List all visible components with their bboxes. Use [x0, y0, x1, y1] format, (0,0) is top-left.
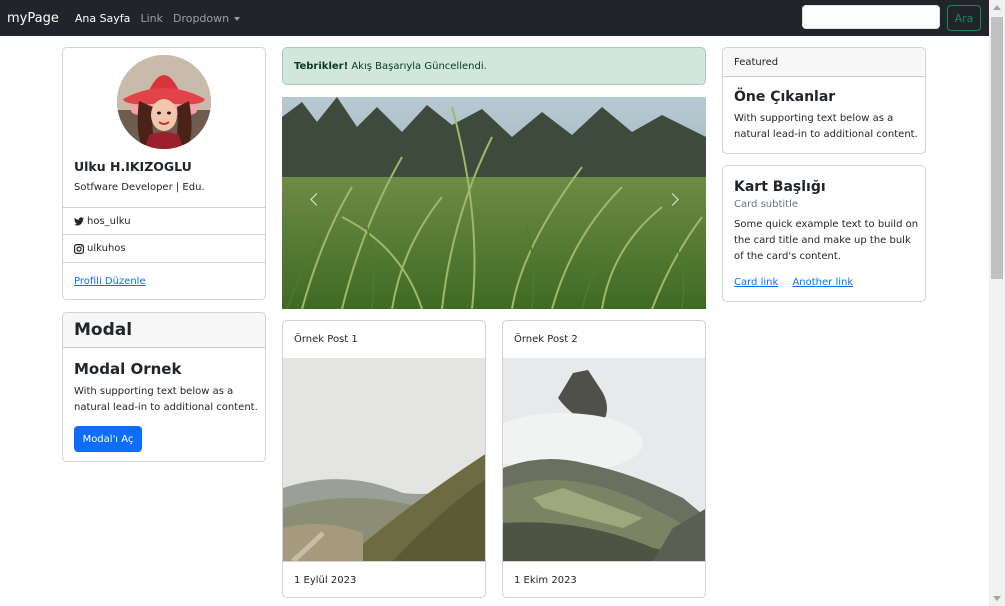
nav-link-link[interactable]: Link: [140, 12, 163, 25]
post-title: Örnek Post 1: [294, 334, 358, 345]
post-image: [503, 358, 705, 561]
twitter-icon: [74, 216, 84, 225]
post-date: 1 Eylül 2023: [283, 561, 485, 597]
search-input[interactable]: [802, 5, 940, 29]
info-card: Kart Başlığı Card subtitle Some quick ex…: [722, 165, 926, 302]
edit-profile-link[interactable]: Profili Düzenle: [74, 276, 146, 287]
carousel-image: [282, 97, 706, 309]
instagram-icon: [74, 243, 84, 254]
profile-title: Sotfware Developer | Edu.: [74, 182, 205, 193]
list-item-twitter[interactable]: hos_ulku: [63, 207, 265, 234]
scrollbar-thumb[interactable]: [991, 17, 1003, 279]
profile-name: Ulku H.IKIZOGLU: [74, 159, 192, 174]
featured-text: With supporting text below as a natural …: [734, 113, 918, 140]
info-card-text: Some quick example text to build on the …: [734, 219, 919, 262]
list-item-instagram[interactable]: ulkuhos: [63, 234, 265, 262]
twitter-handle: hos_ulku: [87, 215, 131, 227]
search-button[interactable]: Ara: [947, 5, 981, 31]
alert-strong: Tebrikler!: [294, 60, 349, 72]
profile-card: Ulku H.IKIZOGLU Sotfware Developer | Edu…: [62, 47, 266, 300]
card-link[interactable]: Card link: [734, 277, 778, 288]
featured-card-header: Featured: [723, 48, 925, 77]
success-alert: Tebrikler! Akış Başarıyla Güncellendi.: [282, 47, 706, 85]
navbar-brand[interactable]: myPage: [7, 11, 59, 26]
scrollbar[interactable]: [989, 0, 1005, 606]
scroll-up-arrow-icon[interactable]: [993, 5, 1001, 10]
info-card-links: Card link Another link: [734, 277, 853, 288]
post-card-1[interactable]: Örnek Post 1 1 Eylül 2023: [282, 320, 486, 598]
avatar: [117, 55, 211, 149]
modal-card: Modal Modal Ornek With supporting text b…: [62, 312, 266, 462]
modal-card-header: Modal: [63, 313, 265, 348]
modal-card-text: With supporting text below as a natural …: [74, 386, 258, 413]
nav-dropdown-label: Dropdown: [172, 11, 230, 25]
featured-card: Featured Öne Çıkanlar With supporting te…: [722, 47, 926, 154]
carousel: [282, 97, 706, 309]
another-link[interactable]: Another link: [792, 277, 853, 288]
navbar: myPage Ana Sayfa Link Dropdown Ara: [0, 0, 989, 36]
post-title: Örnek Post 2: [514, 334, 578, 345]
post-image: [283, 358, 485, 561]
open-modal-button[interactable]: Modal'ı Aç: [74, 426, 142, 452]
nav-link-home[interactable]: Ana Sayfa: [75, 12, 131, 25]
caret-down-icon: [234, 16, 241, 21]
featured-title: Öne Çıkanlar: [734, 89, 836, 105]
modal-card-title: Modal Ornek: [74, 360, 182, 378]
post-card-2[interactable]: Örnek Post 2 1 Ekim 2023: [502, 320, 706, 598]
avatar-illustration: [117, 55, 211, 149]
info-card-title: Kart Başlığı: [734, 179, 826, 195]
nav-dropdown[interactable]: Dropdown: [172, 11, 241, 25]
profile-footer: Profili Düzenle: [63, 262, 265, 299]
info-card-subtitle: Card subtitle: [734, 199, 799, 210]
alert-text: Akış Başarıyla Güncellendi.: [351, 60, 487, 72]
instagram-handle: ulkuhos: [87, 243, 126, 254]
post-date: 1 Ekim 2023: [503, 561, 705, 597]
scroll-down-arrow-icon[interactable]: [993, 596, 1001, 601]
